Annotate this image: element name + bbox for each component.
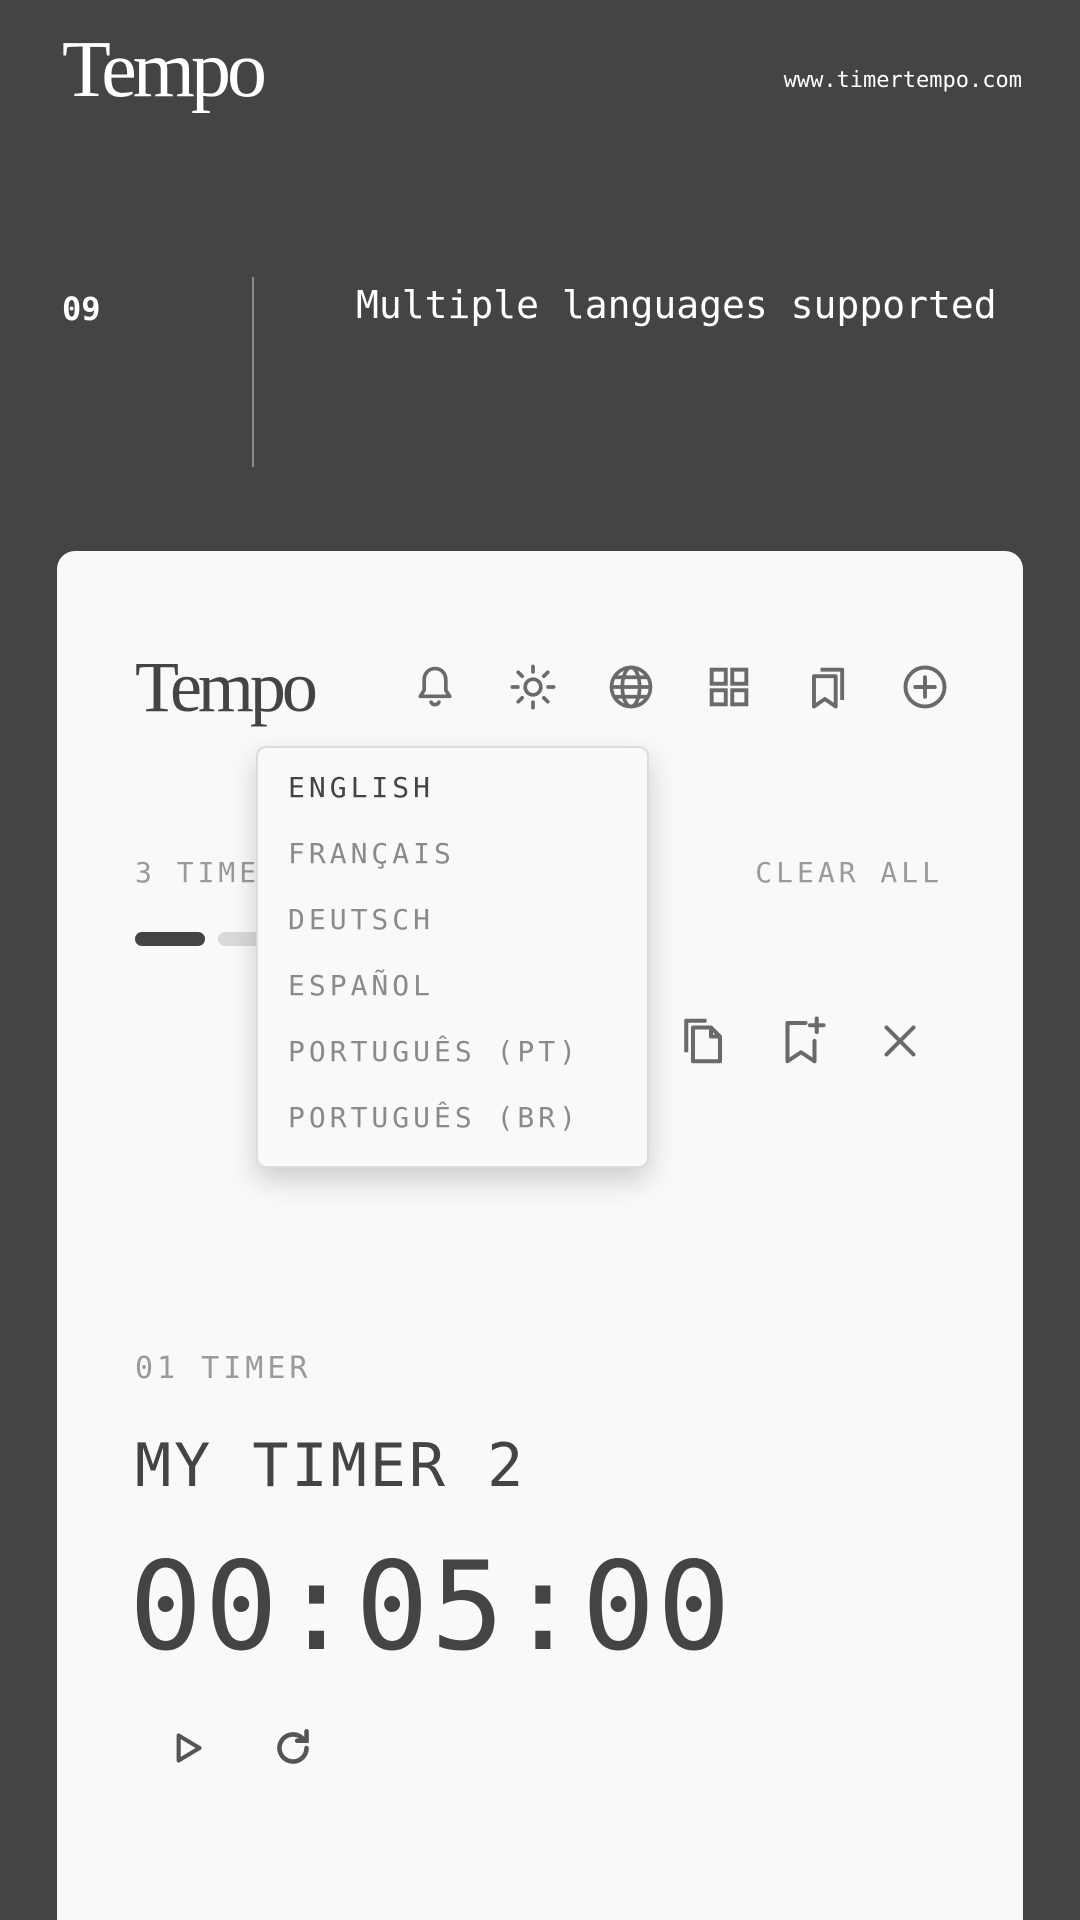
bookmark-add-icon[interactable] xyxy=(773,1013,829,1069)
bookmarks-icon[interactable] xyxy=(801,661,853,713)
app-logo: Tempo xyxy=(135,647,318,727)
feature-title: Multiple languages supported xyxy=(356,283,997,327)
language-menu: ENGLISH FRANÇAIS DEUTSCH ESPAÑOL PORTUGU… xyxy=(256,746,649,1168)
timer-time[interactable]: 00:05:00 xyxy=(129,1536,733,1678)
feature-number: 09 xyxy=(62,290,101,328)
brand-logo: Tempo xyxy=(62,26,267,114)
close-icon[interactable] xyxy=(872,1013,928,1069)
language-option-francais[interactable]: FRANÇAIS xyxy=(258,830,647,896)
language-option-english[interactable]: ENGLISH xyxy=(258,764,647,830)
timer-index: 01 TIMER xyxy=(135,1351,312,1386)
language-option-portugues-pt[interactable]: PORTUGUÊS (PT) xyxy=(258,1028,647,1094)
grid-icon[interactable] xyxy=(703,661,755,713)
play-icon[interactable] xyxy=(157,1718,217,1778)
site-url[interactable]: www.timertempo.com xyxy=(784,68,1022,93)
language-option-portugues-br[interactable]: PORTUGUÊS (BR) xyxy=(258,1094,647,1160)
bell-icon[interactable] xyxy=(409,661,461,713)
reset-icon[interactable] xyxy=(263,1718,323,1778)
feature-divider xyxy=(252,277,254,467)
sun-icon[interactable] xyxy=(507,661,559,713)
plus-circle-icon[interactable] xyxy=(899,661,951,713)
pager-dot-active[interactable] xyxy=(135,932,205,946)
timer-name[interactable]: MY TIMER 2 xyxy=(135,1431,526,1501)
language-option-deutsch[interactable]: DEUTSCH xyxy=(258,896,647,962)
language-option-espanol[interactable]: ESPAÑOL xyxy=(258,962,647,1028)
app-card: Tempo 3 TIMERS CLEAR ALL 01 TIMER MY TIM… xyxy=(57,551,1023,1920)
copy-icon[interactable] xyxy=(674,1013,730,1069)
clear-all-button[interactable]: CLEAR ALL xyxy=(755,856,943,889)
globe-icon[interactable] xyxy=(605,661,657,713)
